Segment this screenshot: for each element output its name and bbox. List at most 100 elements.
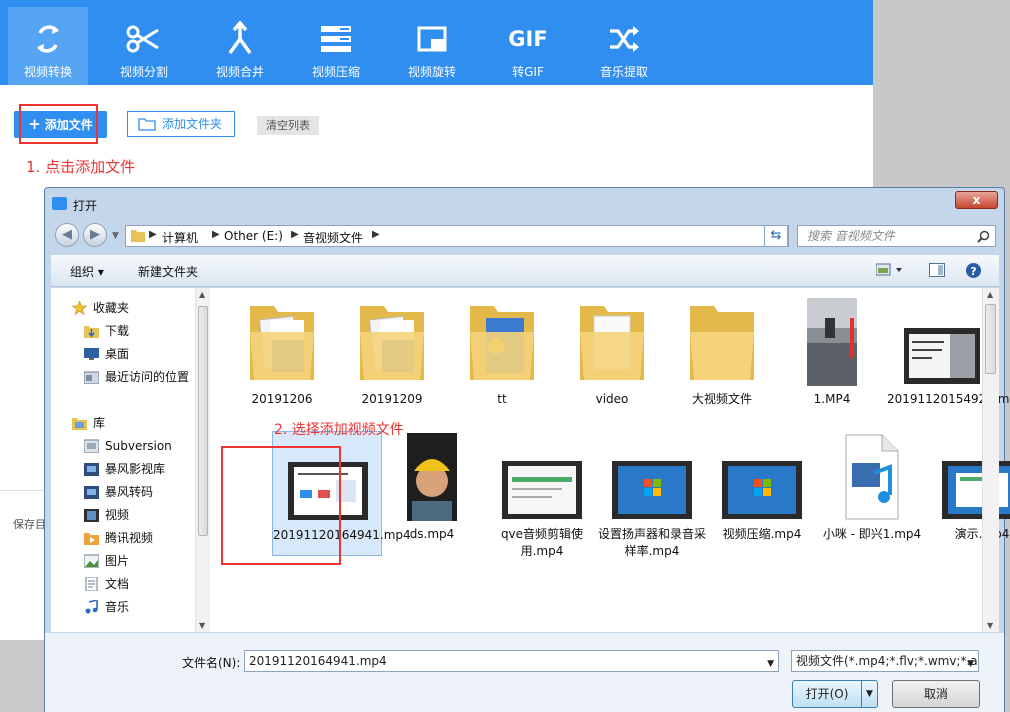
nav-label: 最近访问的位置 <box>105 370 190 384</box>
back-button[interactable]: ◀ <box>55 223 79 247</box>
scroll-down-icon[interactable]: ▼ <box>199 621 205 630</box>
address-bar[interactable]: ▶ 计算机 ▶ Other (E:) ▶ 音视频文件 ▶ ▼ <box>125 225 789 247</box>
folder-outline-icon <box>138 118 156 131</box>
close-button[interactable]: x <box>955 191 998 209</box>
subversion-icon <box>84 439 99 453</box>
scroll-up-icon[interactable]: ▲ <box>987 290 993 299</box>
nav-scrollbar[interactable]: ▲ ▼ <box>195 288 210 632</box>
tool-label: 视频旋转 <box>407 65 456 79</box>
tool-label: 视频压缩 <box>311 65 360 79</box>
folder-icon <box>131 230 145 242</box>
file-item[interactable]: 1.MP4 <box>777 296 887 421</box>
video-thumbnail-icon <box>502 461 582 519</box>
documents-icon <box>85 577 98 591</box>
file-name: 设置扬声器和录音采样率.mp4 <box>597 527 706 558</box>
file-name: 20191209 <box>361 392 423 406</box>
highlight-box-selected-file <box>221 446 341 565</box>
file-item[interactable]: 大视频文件 <box>667 296 777 421</box>
chevron-down-icon[interactable]: ▼ <box>767 654 774 674</box>
file-name: 视频压缩.mp4 <box>722 527 802 541</box>
breadcrumb-separator-icon: ▶ <box>372 229 380 240</box>
view-mode-icon[interactable] <box>876 263 906 277</box>
merge-icon <box>228 21 252 55</box>
file-item[interactable]: 视频压缩.mp4 <box>707 431 817 556</box>
download-folder-icon <box>84 326 99 338</box>
chevron-down-icon[interactable]: ▼ <box>861 681 877 707</box>
tool-label: 视频合并 <box>215 65 264 79</box>
folder-icon <box>360 306 424 380</box>
media-library-icon <box>84 463 99 476</box>
refresh-arrows-icon: ⇆ <box>770 228 782 243</box>
breadcrumb-computer[interactable]: 计算机 <box>162 229 198 246</box>
music-icon <box>85 600 98 614</box>
clear-list-button[interactable]: 清空列表 <box>257 116 319 135</box>
scroll-down-icon[interactable]: ▼ <box>987 621 993 630</box>
file-name: 小咪 - 即兴1.mp4 <box>822 527 922 541</box>
filename-value: 20191120164941.mp4 <box>249 654 387 668</box>
breadcrumb-drive[interactable]: Other (E:) <box>224 229 283 243</box>
breadcrumb-folder[interactable]: 音视频文件 <box>303 229 363 246</box>
shuffle-icon <box>610 26 639 52</box>
file-item[interactable]: tt <box>447 296 557 421</box>
nav-label: 视频 <box>105 508 130 522</box>
video-thumbnail-icon <box>904 328 980 384</box>
file-item[interactable]: 20191209 <box>337 296 447 421</box>
file-item[interactable]: qve音频剪辑使用.mp4 <box>487 431 597 558</box>
app-icon <box>52 197 67 210</box>
file-item[interactable]: 小咪 - 即兴1.mp4 <box>817 431 927 556</box>
highlight-box-add-file <box>19 104 98 144</box>
cancel-button[interactable]: 取消 <box>892 680 980 708</box>
tool-video-split[interactable]: 视频分割 <box>104 7 184 85</box>
file-item[interactable]: video <box>557 296 667 421</box>
search-placeholder: 搜索 音视频文件 <box>807 229 895 243</box>
file-name: qve音频剪辑使用.mp4 <box>500 527 584 558</box>
file-item[interactable]: 20191120154929.mp4 <box>887 296 1010 421</box>
open-button[interactable]: 打开(O) ▼ <box>792 680 878 708</box>
video-thumbnail-icon <box>722 461 802 519</box>
pictures-icon <box>84 554 99 568</box>
tool-label: 转GIF <box>512 65 544 79</box>
step1-annotation: 1. 点击添加文件 <box>26 158 136 176</box>
new-folder-button[interactable]: 新建文件夹 <box>138 263 198 280</box>
tool-music-extract[interactable]: 音乐提取 <box>584 7 664 85</box>
file-name: 20191120154929.mp4 <box>887 392 1010 406</box>
nav-label: 桌面 <box>105 347 130 361</box>
refresh-button[interactable]: ⇆ <box>764 225 788 247</box>
video-thumbnail-icon <box>807 298 857 386</box>
svg-text:?: ? <box>970 265 976 278</box>
dialog-title: 打开 <box>73 199 98 213</box>
scroll-up-icon[interactable]: ▲ <box>199 290 205 299</box>
nav-label: 文档 <box>105 577 130 591</box>
forward-button[interactable]: ▶ <box>83 223 107 247</box>
file-item[interactable]: 设置扬声器和录音采样率.mp4 <box>597 431 707 558</box>
organize-menu[interactable]: 组织 ▾ <box>70 263 104 280</box>
tool-video-compress[interactable]: 视频压缩 <box>296 7 376 85</box>
dialog-body: 收藏夹 下载 桌面 最近访问的位置 库 Subversion 暴风影视库 暴风转… <box>51 288 1010 632</box>
file-type-select[interactable]: 视频文件(*.mp4;*.flv;*.wmv;*.a ▼ <box>791 650 979 672</box>
address-row: ◀ ▶ ▼ ▶ 计算机 ▶ Other (E:) ▶ 音视频文件 ▶ ▼ ⇆ 搜… <box>51 223 996 249</box>
nav-label: 暴风转码 <box>105 485 154 499</box>
tool-video-rotate[interactable]: 视频旋转 <box>392 7 472 85</box>
nav-label: Subversion <box>105 439 172 453</box>
chevron-down-icon[interactable]: ▼ <box>967 654 974 671</box>
tool-video-convert[interactable]: 视频转换 <box>8 7 88 85</box>
file-item[interactable]: 20191206 <box>227 296 337 421</box>
breadcrumb-separator-icon: ▶ <box>291 229 299 240</box>
filename-input[interactable]: 20191120164941.mp4 ▼ <box>244 650 779 672</box>
history-dropdown-icon[interactable]: ▼ <box>112 231 119 241</box>
preview-pane-icon[interactable] <box>929 263 945 277</box>
search-input[interactable]: 搜索 音视频文件 <box>797 225 996 247</box>
file-scrollbar[interactable]: ▲ ▼ <box>982 288 999 632</box>
tool-video-merge[interactable]: 视频合并 <box>200 7 280 85</box>
help-icon[interactable]: ? <box>965 262 982 279</box>
transcode-icon <box>84 486 99 499</box>
scroll-thumb[interactable] <box>985 304 996 374</box>
folder-icon <box>250 306 314 380</box>
scroll-thumb[interactable] <box>198 306 208 536</box>
tool-to-gif[interactable]: GIF 转GIF <box>488 7 568 85</box>
file-item[interactable]: ds.mp4 <box>377 431 487 556</box>
add-folder-button[interactable]: 添加文件夹 <box>127 111 235 137</box>
video-thumbnail-icon <box>942 461 1010 519</box>
tool-label: 音乐提取 <box>599 65 648 79</box>
compress-icon <box>321 26 351 52</box>
